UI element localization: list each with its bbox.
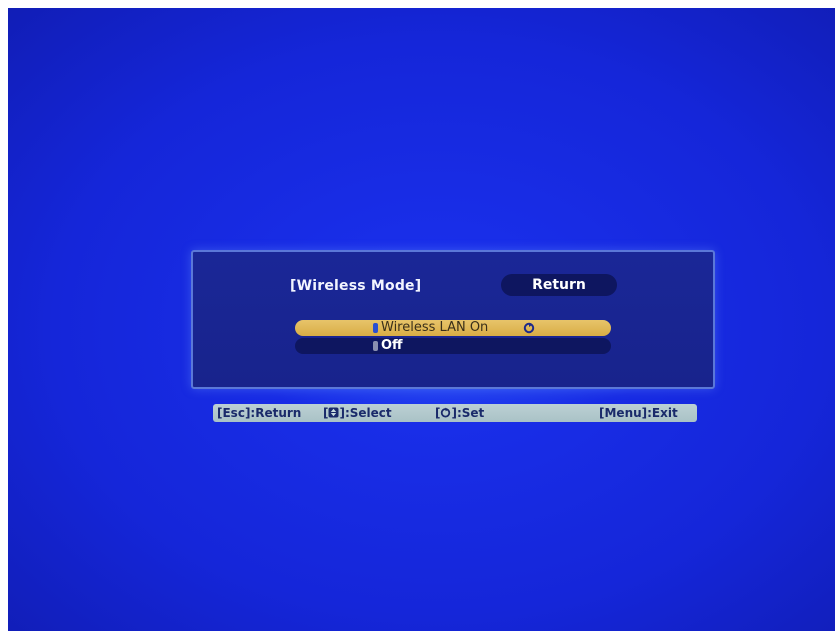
set-icon: [523, 322, 535, 334]
selection-marker: [373, 323, 378, 333]
option-label: Wireless LAN On: [381, 320, 489, 335]
help-select-suffix: ]:Select: [339, 406, 392, 420]
dialog-title: [Wireless Mode]: [290, 278, 422, 294]
help-menu-exit: [Menu]:Exit: [599, 406, 678, 420]
wireless-mode-dialog: [Wireless Mode] Return Wireless LAN On O…: [191, 250, 715, 389]
help-bar: [Esc]:Return [ ]:Select [ ]:Set [Menu]:E…: [213, 404, 697, 422]
up-down-arrow-icon: [328, 407, 339, 418]
help-select: [ ]:Select: [323, 404, 392, 422]
help-set: [ ]:Set: [435, 404, 484, 422]
enter-icon: [441, 407, 451, 418]
option-off[interactable]: Off: [295, 338, 611, 354]
return-button[interactable]: Return: [501, 274, 617, 296]
projector-screen: [Wireless Mode] Return Wireless LAN On O…: [8, 8, 835, 631]
selection-marker: [373, 341, 378, 351]
help-set-suffix: ]:Set: [451, 406, 485, 420]
option-wireless-lan-on[interactable]: Wireless LAN On: [295, 320, 611, 336]
option-label: Off: [381, 338, 403, 353]
help-esc-return: [Esc]:Return: [217, 406, 302, 420]
